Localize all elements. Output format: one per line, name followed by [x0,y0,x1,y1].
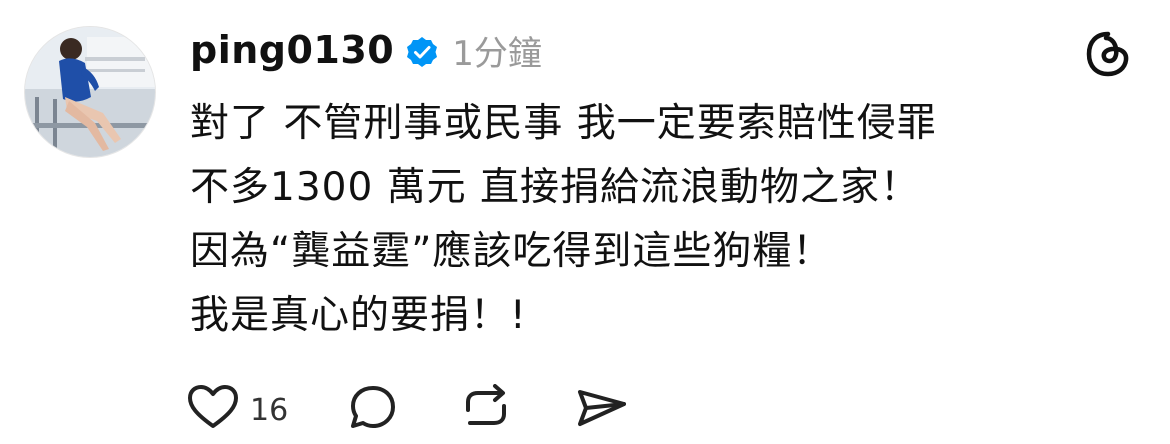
post-text-line-2: 不多1300 萬元 直接捐給流浪動物之家！ [190,165,921,210]
post-text-line-1: 對了 不管刑事或民事 我一定要索賠性侵罪 [190,101,937,146]
like-count: 16 [250,393,289,428]
repost-icon [466,384,507,425]
send-icon [578,390,627,426]
heart-icon [188,385,238,428]
like-button[interactable]: 16 [186,384,288,444]
comment-button[interactable] [348,384,398,444]
post-body: 對了 不管刑事或民事 我一定要索賠性侵罪 不多1300 萬元 直接捐給流浪動物之… [190,92,1090,348]
post-text-line-4: 我是真心的要捐！! [190,293,527,338]
threads-post: ping0130 1分鐘 對了 不管刑事或民事 我一定要索賠性侵罪 不多1300… [0,0,1170,428]
username[interactable]: ping0130 [190,28,394,72]
avatar[interactable] [24,26,156,158]
post-text-line-3: 因為“龔益霆”應該吃得到這些狗糧！ [190,229,833,274]
share-button[interactable] [574,384,630,444]
verified-badge-icon [406,36,438,68]
post-actions: 16 [186,384,690,444]
avatar-image [25,27,155,157]
repost-button[interactable] [458,384,514,444]
comment-icon [351,386,396,428]
threads-logo-icon[interactable] [1082,28,1134,80]
post-time: 1分鐘 [452,33,542,74]
post-header: ping0130 1分鐘 [190,20,542,80]
